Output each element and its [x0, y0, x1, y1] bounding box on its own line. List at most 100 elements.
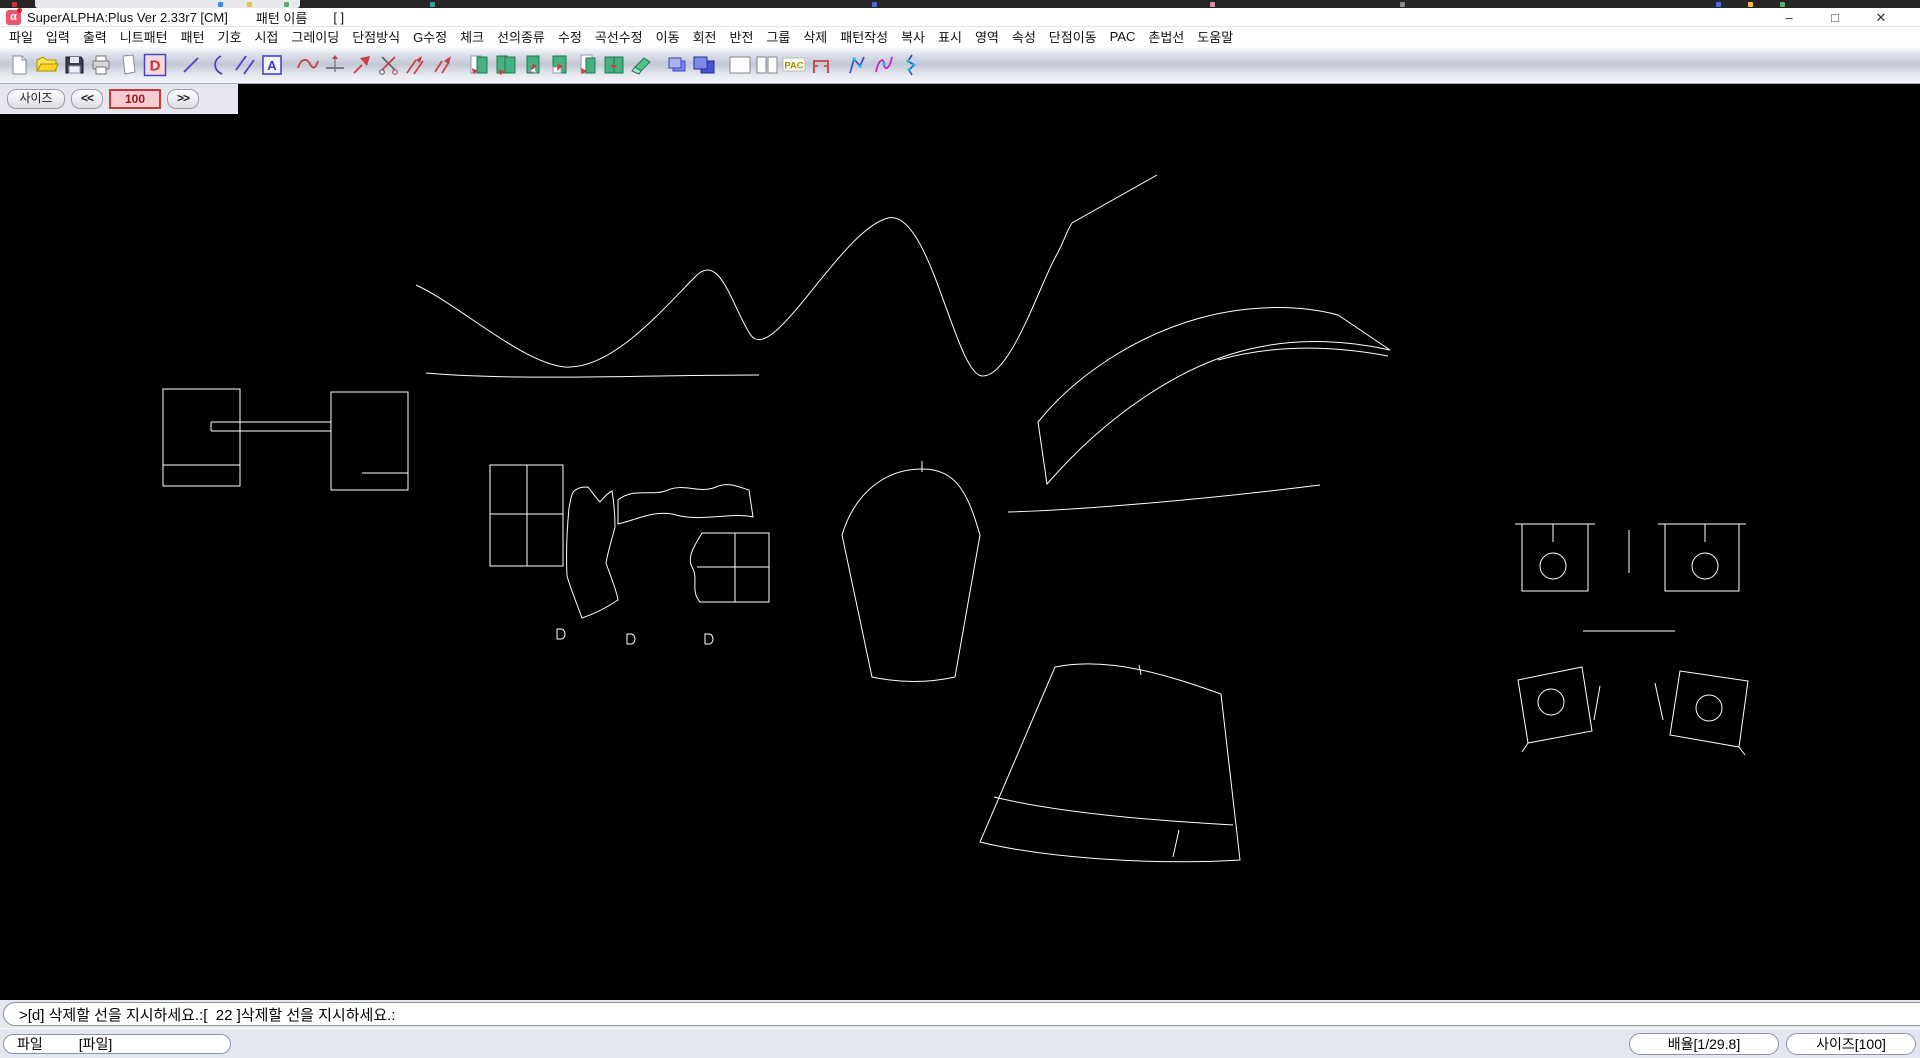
- file-status-value: [파일]: [79, 1034, 113, 1054]
- command-prompt-field[interactable]: >[d] 삭제할 선을 지시하세요.:[ 22 ]삭제할 선을 지시하세요.:: [3, 1002, 1920, 1026]
- strip-dot: [430, 2, 435, 7]
- node-edit-icon[interactable]: [843, 52, 870, 79]
- menu-item-22[interactable]: 영역: [975, 27, 999, 46]
- bucket-piece[interactable]: [842, 461, 980, 682]
- menu-item-21[interactable]: 표시: [938, 27, 962, 46]
- menu-item-17[interactable]: 그룹: [766, 27, 790, 46]
- menu-item-4[interactable]: 패턴: [181, 27, 205, 46]
- menu-item-13[interactable]: 곡선수정: [595, 27, 643, 46]
- sheet-small-icon[interactable]: [663, 52, 690, 79]
- pattern-drawing[interactable]: [0, 84, 1920, 1000]
- size-prev-button[interactable]: <<: [71, 89, 103, 109]
- perpendicular-tool-icon[interactable]: [321, 52, 348, 79]
- toolbar-group: [465, 52, 654, 79]
- zoom-ratio-button[interactable]: 배율[1/29.8]: [1629, 1033, 1779, 1055]
- curve-tool-icon[interactable]: [204, 52, 231, 79]
- piece-paste-icon[interactable]: [492, 52, 519, 79]
- piece-copy-icon[interactable]: [465, 52, 492, 79]
- menu-item-11[interactable]: 선의종류: [497, 27, 545, 46]
- pattern-name-label: 패턴 이름: [256, 8, 307, 27]
- window-controls: – □ ✕: [1766, 9, 1904, 26]
- new-file-icon[interactable]: [6, 52, 33, 79]
- bend-arrow-icon[interactable]: [348, 52, 375, 79]
- delete-mode-icon[interactable]: D: [141, 52, 168, 79]
- piece-extract-icon[interactable]: [519, 52, 546, 79]
- copy-line-icon[interactable]: [429, 52, 456, 79]
- print-icon[interactable]: [87, 52, 114, 79]
- menu-item-14[interactable]: 이동: [656, 27, 680, 46]
- file-status-field[interactable]: 파일 [파일]: [3, 1034, 231, 1054]
- menu-item-0[interactable]: 파일: [9, 27, 33, 46]
- size-status-button[interactable]: 사이즈[100]: [1786, 1033, 1916, 1055]
- sheet-large-icon[interactable]: [690, 52, 717, 79]
- small-pieces-right[interactable]: [1515, 524, 1748, 755]
- pattern-name-value: [ ]: [333, 10, 344, 25]
- frame-double-icon[interactable]: [753, 52, 780, 79]
- toolbar-group: [663, 52, 717, 79]
- menu-bar: 파일 입력 출력 니트패턴 패턴 기호 시접 그레이딩 단점방식 G수정 체크 선의종류 수정 곡선수정 이…: [0, 27, 1920, 46]
- piece-split-icon[interactable]: [546, 52, 573, 79]
- block-pieces-left[interactable]: [163, 389, 408, 490]
- cut-tool-icon[interactable]: [375, 52, 402, 79]
- minimize-button[interactable]: –: [1766, 9, 1812, 26]
- eraser-icon[interactable]: [627, 52, 654, 79]
- skirt-panel-piece[interactable]: [980, 664, 1240, 862]
- menu-item-16[interactable]: 반전: [729, 27, 753, 46]
- arc-tool-icon[interactable]: [294, 52, 321, 79]
- bodice-pieces[interactable]: [490, 465, 769, 644]
- strip-dot: [218, 2, 223, 7]
- menu-item-3[interactable]: 니트패턴: [120, 27, 168, 46]
- svg-text:A: A: [267, 58, 277, 73]
- status-bar: 파일 [파일] 배율[1/29.8] 사이즈[100]: [0, 1028, 1920, 1058]
- menu-item-20[interactable]: 복사: [901, 27, 925, 46]
- dimension-line-icon[interactable]: [807, 52, 834, 79]
- close-button[interactable]: ✕: [1858, 9, 1904, 26]
- menu-item-2[interactable]: 출력: [83, 27, 107, 46]
- strip-dot: [1780, 2, 1785, 7]
- curve-node-icon[interactable]: [870, 52, 897, 79]
- app-icon: α: [6, 10, 21, 25]
- text-tool-icon[interactable]: A: [258, 52, 285, 79]
- menu-item-26[interactable]: 촌법선: [1148, 27, 1184, 46]
- pac-icon[interactable]: PAC: [780, 52, 807, 79]
- strip-dot: [1400, 2, 1405, 7]
- drawing-canvas[interactable]: 사이즈 << 100 >>: [0, 84, 1920, 1000]
- menu-item-23[interactable]: 속성: [1012, 27, 1036, 46]
- menu-item-6[interactable]: 시접: [254, 27, 278, 46]
- menu-item-27[interactable]: 도움말: [1197, 27, 1233, 46]
- menu-item-15[interactable]: 회전: [693, 27, 717, 46]
- frame-icon[interactable]: [726, 52, 753, 79]
- curved-band-piece[interactable]: [1008, 308, 1390, 513]
- measure-zigzag-icon[interactable]: [897, 52, 924, 79]
- piece-merge-icon[interactable]: [600, 52, 627, 79]
- line-tool-icon[interactable]: [177, 52, 204, 79]
- menu-item-25[interactable]: PAC: [1110, 29, 1136, 44]
- parallel-line-icon[interactable]: [231, 52, 258, 79]
- maximize-button[interactable]: □: [1812, 9, 1858, 26]
- menu-item-5[interactable]: 기호: [218, 27, 242, 46]
- stretch-line-icon[interactable]: [402, 52, 429, 79]
- menu-item-10[interactable]: 체크: [460, 27, 484, 46]
- piece-move-icon[interactable]: [573, 52, 600, 79]
- strip-dot: [284, 2, 289, 7]
- page-setup-icon[interactable]: [114, 52, 141, 79]
- save-icon[interactable]: [60, 52, 87, 79]
- menu-item-18[interactable]: 삭제: [803, 27, 827, 46]
- size-label-button[interactable]: 사이즈: [7, 89, 65, 109]
- size-next-button[interactable]: >>: [167, 89, 199, 109]
- menu-item-19[interactable]: 패턴작성: [840, 27, 888, 46]
- size-value-field[interactable]: 100: [109, 89, 161, 109]
- strip-dot: [1716, 2, 1721, 7]
- command-prompt-text: >[d] 삭제할 선을 지시하세요.:[ 22 ]삭제할 선을 지시하세요.:: [19, 1004, 395, 1025]
- toolbar-group: [294, 52, 456, 79]
- open-folder-icon[interactable]: [33, 52, 60, 79]
- menu-item-8[interactable]: 단점방식: [352, 27, 400, 46]
- freehand-curve[interactable]: [416, 175, 1157, 377]
- menu-item-7[interactable]: 그레이딩: [291, 27, 339, 46]
- command-bar: >[d] 삭제할 선을 지시하세요.:[ 22 ]삭제할 선을 지시하세요.:: [0, 1000, 1920, 1028]
- toolbar-group: A: [177, 52, 285, 79]
- menu-item-24[interactable]: 단점이동: [1049, 27, 1097, 46]
- menu-item-9[interactable]: G수정: [413, 27, 447, 46]
- menu-item-12[interactable]: 수정: [558, 27, 582, 46]
- menu-item-1[interactable]: 입력: [46, 27, 70, 46]
